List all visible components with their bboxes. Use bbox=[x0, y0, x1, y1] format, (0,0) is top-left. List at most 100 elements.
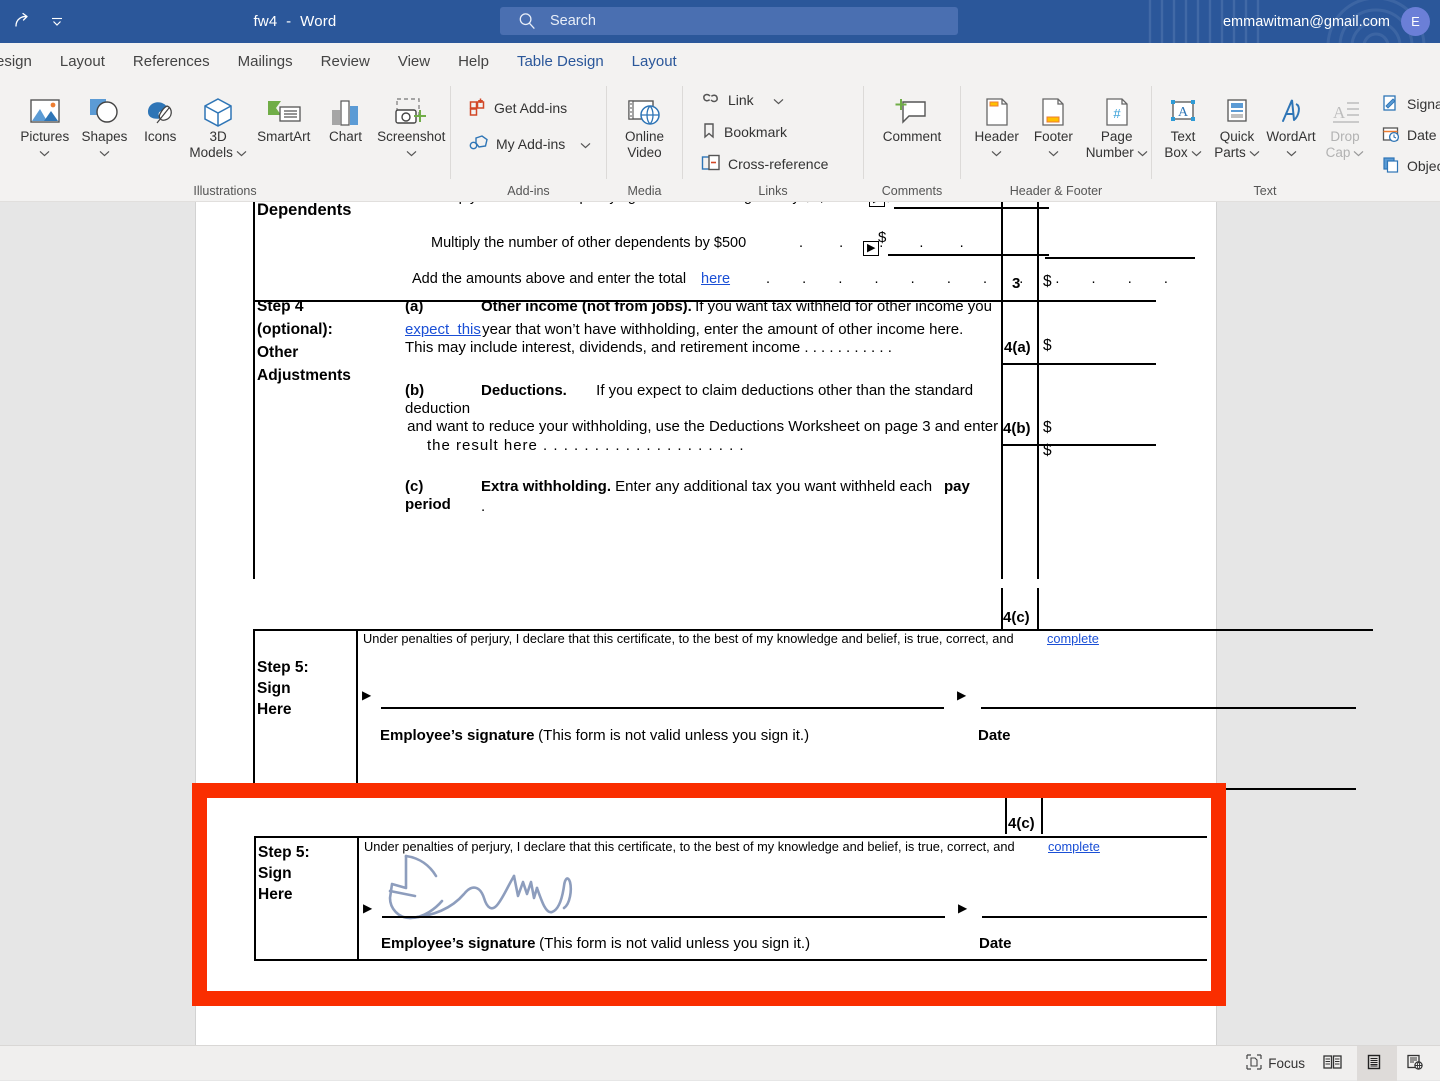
page-number-button[interactable]: # Page Number bbox=[1082, 86, 1151, 162]
wordart-button[interactable]: WordArt bbox=[1264, 86, 1318, 162]
spinner-icon[interactable]: ▶ bbox=[869, 202, 886, 207]
chevron-down-icon[interactable] bbox=[1353, 146, 1364, 160]
text-box-label-2: Box bbox=[1164, 145, 1202, 160]
step4b-rest2: deduction bbox=[405, 400, 471, 417]
get-add-ins-label: Get Add-ins bbox=[494, 100, 568, 116]
chevron-down-icon[interactable] bbox=[99, 146, 110, 160]
smartart-button[interactable]: SmartArt bbox=[249, 86, 319, 146]
step3-dollar-total: $ bbox=[1043, 273, 1052, 290]
3d-models-button[interactable]: 3D Models bbox=[187, 86, 249, 162]
tab-view[interactable]: View bbox=[384, 43, 444, 80]
status-bar: Focus bbox=[0, 1045, 1440, 1081]
chevron-down-icon[interactable] bbox=[406, 146, 417, 160]
comment-icon bbox=[894, 88, 930, 128]
step5-perjury-link-v[interactable]: complete bbox=[1048, 839, 1100, 854]
search-box[interactable]: Search bbox=[500, 7, 958, 35]
chevron-down-icon[interactable] bbox=[1048, 146, 1059, 160]
wordart-label: WordArt bbox=[1266, 129, 1316, 144]
screenshot-button[interactable]: Screenshot bbox=[372, 86, 450, 162]
step4b-bold: Deductions. bbox=[481, 382, 567, 399]
web-layout-icon bbox=[1406, 1054, 1423, 1073]
chevron-down-icon[interactable] bbox=[991, 146, 1002, 160]
chevron-down-icon[interactable] bbox=[39, 146, 50, 160]
signature-line-button[interactable]: Signature bbox=[1378, 90, 1440, 118]
quick-parts-button[interactable]: Quick Parts bbox=[1210, 86, 1264, 162]
focus-mode-button[interactable]: Focus bbox=[1237, 1046, 1314, 1081]
chevron-down-icon[interactable] bbox=[773, 92, 784, 108]
footer-button[interactable]: Footer bbox=[1026, 86, 1080, 162]
step4a-link[interactable]: expect this bbox=[405, 321, 481, 338]
chevron-down-icon[interactable] bbox=[580, 136, 591, 152]
ribbon-group-add-ins: Get Add-ins My Add-ins Add-ins bbox=[451, 80, 606, 201]
form-rule bbox=[254, 959, 1207, 961]
chevron-down-icon[interactable] bbox=[1191, 146, 1202, 160]
step3-row-number: 3 bbox=[1012, 275, 1021, 292]
online-video-button[interactable]: Online Video bbox=[610, 86, 680, 162]
chevron-down-icon[interactable] bbox=[1137, 146, 1148, 160]
chart-label: Chart bbox=[328, 129, 362, 144]
get-add-ins-button[interactable]: Get Add-ins bbox=[465, 94, 571, 122]
search-placeholder: Search bbox=[550, 13, 596, 29]
chart-button[interactable]: Chart bbox=[318, 86, 372, 146]
date-line bbox=[981, 707, 1356, 709]
chevron-down-icon[interactable] bbox=[1249, 146, 1260, 160]
step5-perjury-link[interactable]: complete bbox=[1047, 631, 1099, 646]
step4c-row-number: 4(c) bbox=[1003, 609, 1030, 626]
text-box-button[interactable]: A Text Box bbox=[1156, 86, 1210, 162]
drop-cap-button[interactable]: A Drop Cap bbox=[1318, 86, 1372, 162]
header-button[interactable]: Header bbox=[969, 86, 1024, 162]
shapes-label: Shapes bbox=[81, 129, 128, 144]
bookmark-label: Bookmark bbox=[724, 124, 788, 140]
link-button[interactable]: Link bbox=[697, 86, 788, 114]
account-area[interactable]: emmawitman@gmail.com E bbox=[1223, 0, 1430, 43]
step4c-rest2: . bbox=[481, 498, 486, 515]
ribbon-group-comments: Comment Comments bbox=[864, 80, 960, 201]
ribbon-group-header-footer: Header Footer # Page Number Header & Foo… bbox=[961, 80, 1151, 201]
tab-layout[interactable]: Layout bbox=[46, 43, 119, 80]
cross-reference-button[interactable]: Cross-reference bbox=[697, 150, 832, 178]
step5-label-1-v: Step 5: bbox=[258, 844, 310, 861]
comment-button[interactable]: Comment bbox=[870, 86, 954, 146]
form-rule bbox=[1037, 588, 1039, 629]
object-button[interactable]: Object bbox=[1378, 152, 1440, 180]
spinner-icon[interactable]: ▶ bbox=[863, 241, 880, 256]
date-time-button[interactable]: Date & Ti bbox=[1378, 121, 1440, 149]
bookmark-button[interactable]: Bookmark bbox=[697, 118, 791, 146]
form-rule bbox=[357, 836, 359, 961]
tab-table-design[interactable]: Table Design bbox=[503, 43, 618, 80]
signature-line-v bbox=[382, 916, 945, 918]
tab-review[interactable]: Review bbox=[307, 43, 384, 80]
chevron-down-icon[interactable] bbox=[236, 146, 247, 160]
step3-line3-link[interactable]: here bbox=[701, 271, 730, 287]
quick-parts-icon bbox=[1221, 88, 1253, 128]
my-add-ins-button[interactable]: My Add-ins bbox=[465, 130, 595, 158]
web-layout-button[interactable] bbox=[1397, 1046, 1438, 1081]
tab-mailings[interactable]: Mailings bbox=[224, 43, 307, 80]
tab-design[interactable]: esign bbox=[0, 43, 46, 80]
step4b-marker: (b) bbox=[405, 382, 425, 399]
pictures-button[interactable]: Pictures bbox=[14, 86, 76, 162]
quick-parts-label-1: Quick bbox=[1219, 129, 1255, 144]
comments-group-label: Comments bbox=[881, 184, 943, 198]
text-group-label: Text bbox=[1253, 184, 1277, 198]
document-canvas[interactable]: Dependents Multiply the number of qualif… bbox=[0, 202, 1440, 1045]
avatar[interactable]: E bbox=[1401, 7, 1430, 36]
signature-line-icon bbox=[1382, 94, 1400, 115]
tab-table-layout[interactable]: Layout bbox=[618, 43, 691, 80]
header-icon bbox=[981, 88, 1013, 128]
date-label-v: Date bbox=[979, 935, 1012, 952]
signature-arrow-left-v: ▶ bbox=[363, 901, 373, 915]
tab-references[interactable]: References bbox=[119, 43, 224, 80]
print-layout-button[interactable] bbox=[1357, 1046, 1397, 1081]
read-mode-button[interactable] bbox=[1314, 1046, 1357, 1081]
shapes-button[interactable]: Shapes bbox=[76, 86, 134, 162]
icons-button[interactable]: Icons bbox=[133, 86, 187, 146]
step5-label-2: Sign bbox=[257, 680, 291, 697]
chevron-down-icon[interactable] bbox=[1286, 146, 1297, 160]
drop-cap-label-2-text: Cap bbox=[1325, 145, 1351, 161]
tab-help[interactable]: Help bbox=[444, 43, 503, 80]
date-time-icon bbox=[1382, 125, 1400, 146]
form-rule bbox=[253, 202, 255, 579]
svg-text:#: # bbox=[1113, 106, 1121, 121]
shapes-icon bbox=[87, 88, 121, 128]
